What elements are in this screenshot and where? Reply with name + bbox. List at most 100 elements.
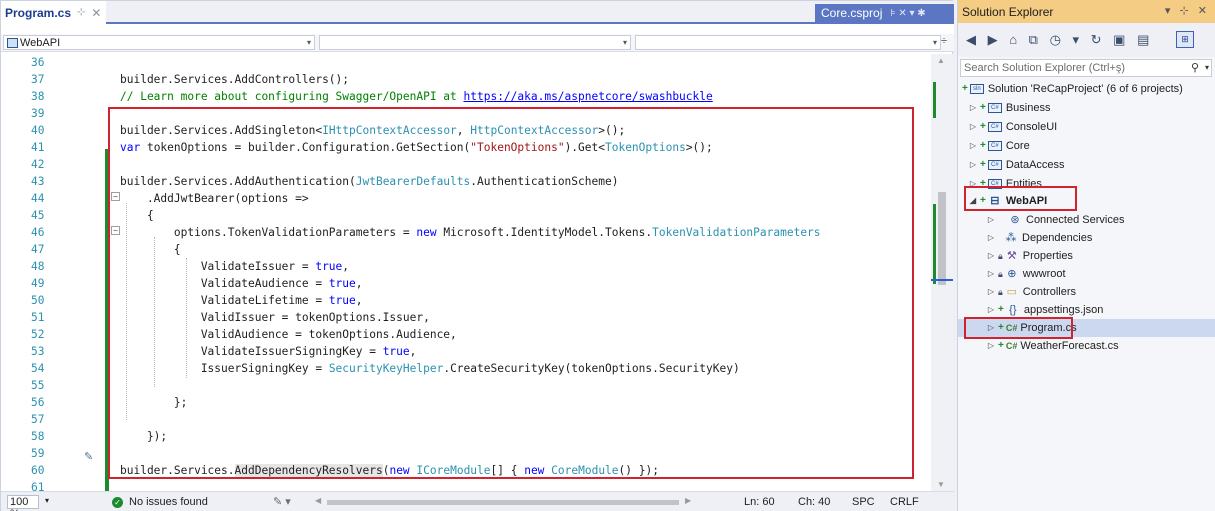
horizontal-scroll-thumb[interactable] [327,500,679,505]
tree-item-label: Business [1005,102,1051,114]
csharp-project-icon: C# [987,122,1002,132]
line-number: 51 [31,311,45,324]
line-number: 38 [31,90,45,103]
panel-title-bar: Solution Explorer ▾ ⊹ ✕ [958,0,1215,23]
tree-item-dataaccess[interactable]: ▷ + C# DataAccess [968,156,1065,174]
tree-item-dependencies[interactable]: ▷ ⁂ Dependencies [986,229,1092,247]
line-number: 46 [31,226,45,239]
expand-arrow-icon[interactable]: ▷ [986,247,996,265]
wrench-icon: ⚒ [1006,250,1017,262]
view-toggle-icon[interactable]: ⊞ [1176,31,1194,48]
lock-icon: 🔒︎ [998,251,1003,261]
line-number: 61 [31,481,45,491]
search-icon[interactable]: ⚲ [1191,60,1199,76]
project-combo[interactable]: WebAPI ▾ [3,35,315,50]
line-number: 49 [31,277,45,290]
zoom-field[interactable]: 100 % [7,495,39,511]
panel-title: Solution Explorer [962,4,1054,19]
tree-item-label: Controllers [1022,286,1076,298]
tab-label: Core.csproj [821,6,883,20]
expand-arrow-icon[interactable]: ▷ [986,337,996,355]
code-text[interactable]: // Learn more about configuring Swagger/… [120,88,713,105]
solution-icon: sln [969,84,984,94]
line-number: 40 [31,124,45,137]
code-line[interactable]: 38 // Learn more about configuring Swagge… [1,88,931,105]
pencil-icon: ✎ [84,451,94,463]
expand-arrow-icon[interactable]: ▷ [968,118,978,136]
webapi-highlight-box [964,186,1077,211]
panel-controls-icon[interactable]: ▾ ⊹ ✕ [1165,4,1210,17]
code-text[interactable]: builder.Services.AddControllers(); [120,71,349,88]
editor-status-bar: 100 % ▾ ✓ No issues found ✎ ▾ ◀ ▶ Ln: 60… [1,491,954,511]
search-placeholder: Search Solution Explorer (Ctrl+ş) [964,62,1126,74]
tree-item-wwwroot[interactable]: ▷ 🔒︎ ⊕ wwwroot [986,265,1066,283]
line-ending-indicator[interactable]: CRLF [890,496,919,508]
tree-item-properties[interactable]: ▷ 🔒︎ ⚒ Properties [986,247,1073,265]
expand-arrow-icon[interactable]: ▷ [968,99,978,117]
type-combo[interactable]: ▾ [319,35,631,50]
line-number: 48 [31,260,45,273]
scroll-right-icon[interactable]: ▶ [685,496,691,505]
tree-item-label: Core [1005,140,1030,152]
tree-item-solution[interactable]: + sln Solution 'ReCapProject' (6 of 6 pr… [960,80,1183,98]
scroll-down-icon[interactable]: ▼ [937,480,945,489]
line-number: 42 [31,158,45,171]
toolbar-icons[interactable]: ◀ ▶ ⌂ ⧉ ◷ ▾ ↻ ▣ ▤ [966,32,1153,48]
project-name: WebAPI [20,36,61,49]
line-number: 43 [31,175,45,188]
tree-item-label: WeatherForecast.cs [1020,340,1119,352]
explorer-search-input[interactable]: Search Solution Explorer (Ctrl+ş) ⚲ ▾ [960,59,1212,77]
split-window-icon[interactable]: ÷ [941,35,947,47]
chevron-down-icon[interactable]: ▾ [1205,60,1209,76]
code-cleanup-icon[interactable]: ✎ ▾ [273,495,291,508]
tab-core-csproj[interactable]: Core.csproj ⊧ ✕ ▾ ✱ [815,4,954,22]
chevron-down-icon[interactable]: ▾ [45,496,49,505]
tree-item-label: ConsoleUI [1005,121,1058,133]
column-indicator[interactable]: Ch: 40 [798,496,830,508]
line-number: 37 [31,73,45,86]
line-number: 36 [31,56,45,69]
line-number: 53 [31,345,45,358]
solution-explorer: Solution Explorer ▾ ⊹ ✕ ◀ ▶ ⌂ ⧉ ◷ ▾ ↻ ▣ … [957,0,1215,511]
issues-status[interactable]: No issues found [129,496,208,508]
code-line[interactable]: 61 [1,479,931,491]
line-number: 55 [31,379,45,392]
tree-item-label: Solution 'ReCapProject' (6 of 6 projects… [987,83,1183,95]
vertical-scrollbar[interactable]: ▲ ▼ [931,54,953,491]
expand-arrow-icon[interactable]: ▷ [986,265,996,283]
tree-item-connected-services[interactable]: ▷ ⊛ Connected Services [986,211,1125,229]
csharp-project-icon: C# [987,141,1002,151]
pin-icon[interactable]: ⊹ [77,7,85,18]
folder-icon: ▭ [1006,286,1017,298]
expand-arrow-icon[interactable]: ▷ [986,283,996,301]
close-icon[interactable]: ✕ [91,6,101,20]
expand-arrow-icon[interactable]: ▷ [986,229,996,247]
scroll-thumb[interactable] [938,192,946,285]
tree-item-consoleui[interactable]: ▷ + C# ConsoleUI [968,118,1057,136]
expand-arrow-icon[interactable]: ▷ [968,156,978,174]
csharp-project-icon: C# [987,103,1002,113]
member-combo[interactable]: ▾ [635,35,941,50]
tree-item-business[interactable]: ▷ + C# Business [968,99,1051,117]
whitespace-indicator[interactable]: SPC [852,496,875,508]
tab-program-cs[interactable]: Program.cs ⊹ ✕ [1,1,106,24]
line-number: 47 [31,243,45,256]
tree-item-weatherforecast[interactable]: ▷ + C# WeatherForecast.cs [986,337,1119,355]
expand-arrow-icon[interactable]: ▷ [986,211,996,229]
line-number: 52 [31,328,45,341]
scroll-left-icon[interactable]: ◀ [315,496,321,505]
check-circle-icon: ✓ [112,497,123,508]
line-number: 44 [31,192,45,205]
expand-arrow-icon[interactable]: ▷ [968,137,978,155]
tree-item-label: Dependencies [1022,232,1093,244]
tab-controls-icon[interactable]: ⊧ ✕ ▾ ✱ [890,8,925,19]
tree-item-core[interactable]: ▷ + C# Core [968,137,1030,155]
connected-services-icon: ⊛ [1010,214,1020,226]
tree-item-controllers[interactable]: ▷ 🔒︎ ▭ Controllers [986,283,1076,301]
scroll-up-icon[interactable]: ▲ [937,56,945,65]
code-line[interactable]: 37 builder.Services.AddControllers(); [1,71,931,88]
line-indicator[interactable]: Ln: 60 [744,496,775,508]
csharp-project-icon: C# [987,160,1002,170]
code-line[interactable]: 36 [1,54,931,71]
dependencies-icon: ⁂ [1005,232,1017,244]
